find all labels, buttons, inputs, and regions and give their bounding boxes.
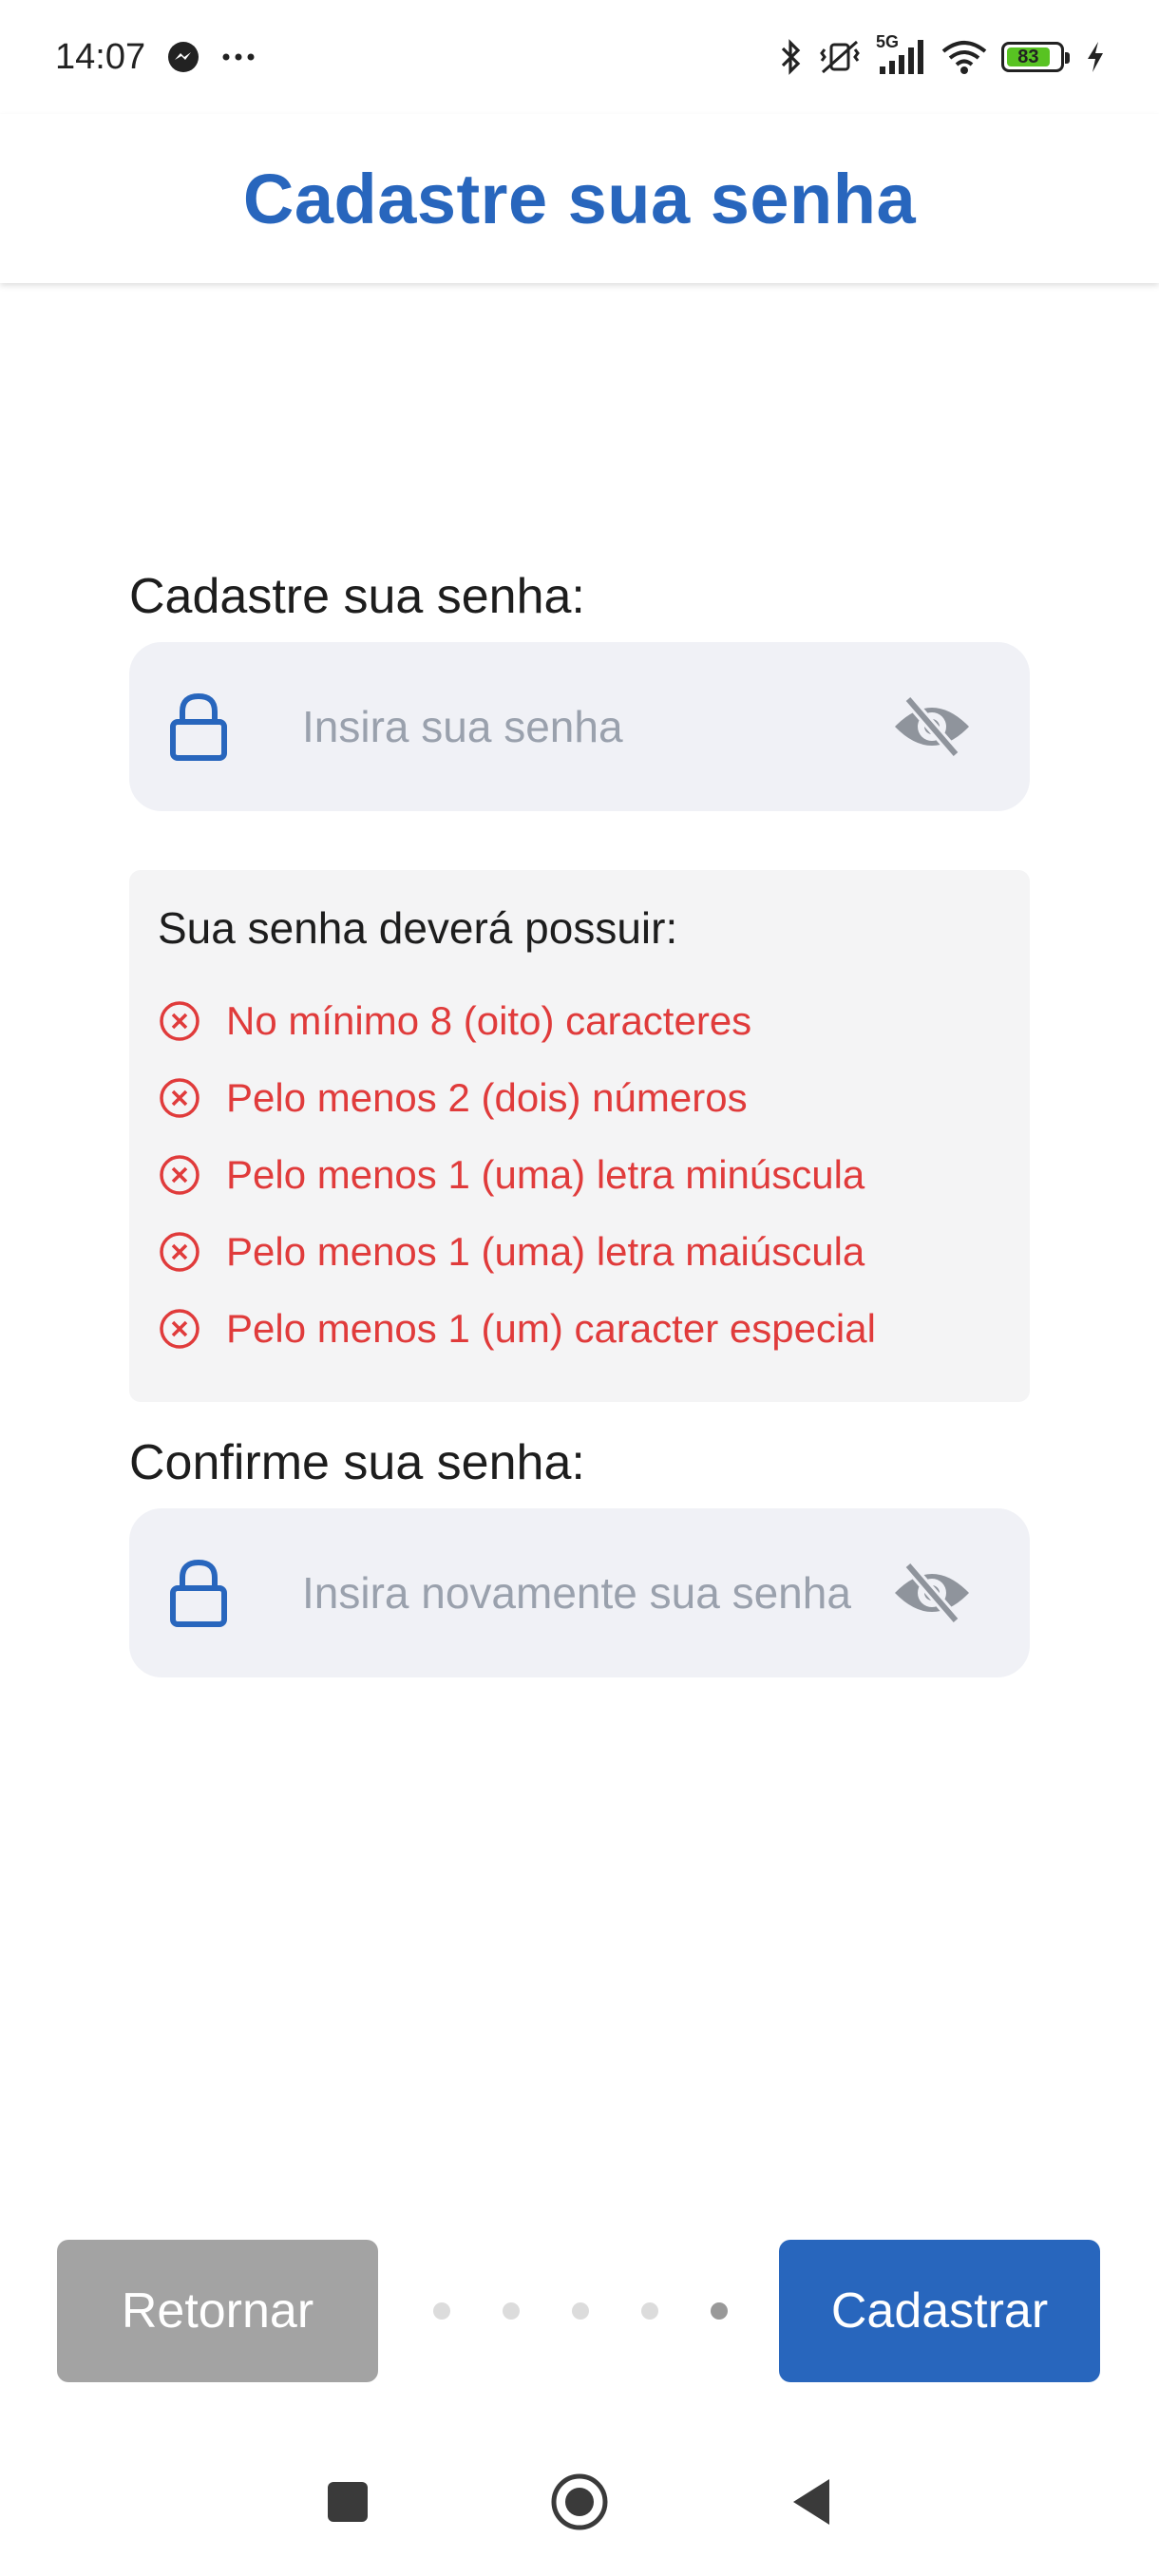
signal-icon: 5G <box>876 32 927 76</box>
battery-icon: 83 <box>1001 42 1070 72</box>
step-indicator <box>433 2301 728 2320</box>
requirement-item: Pelo menos 2 (dois) números <box>158 1059 1001 1136</box>
password-label: Cadastre sua senha: <box>129 569 585 624</box>
requirement-text: Pelo menos 1 (uma) letra minúscula <box>226 1151 865 1197</box>
status-time: 14:07 <box>55 36 146 77</box>
requirement-item: Pelo menos 1 (uma) letra maiúscula <box>158 1213 1001 1290</box>
messenger-icon <box>166 40 200 74</box>
wifi-icon <box>940 38 988 76</box>
eye-off-icon[interactable] <box>887 1560 973 1626</box>
requirement-text: Pelo menos 2 (dois) números <box>226 1074 748 1120</box>
page-title: Cadastre sua senha <box>242 159 917 238</box>
requirement-item: No mínimo 8 (oito) caracteres <box>158 982 1001 1059</box>
battery-level: 83 <box>1007 47 1050 67</box>
password-input[interactable] <box>300 700 887 753</box>
confirm-password-input[interactable] <box>300 1566 887 1619</box>
requirement-item: Pelo menos 1 (um) caracter especial <box>158 1290 1001 1367</box>
confirm-password-label: Confirme sua senha: <box>129 1435 585 1490</box>
step-dot <box>572 2302 589 2320</box>
x-circle-icon <box>158 1230 226 1274</box>
lock-icon <box>167 1557 243 1629</box>
vibrate-off-icon <box>817 38 863 76</box>
requirement-item: Pelo menos 1 (uma) letra minúscula <box>158 1136 1001 1213</box>
requirements-title: Sua senha deverá possuir: <box>158 903 678 953</box>
step-dot <box>433 2302 450 2320</box>
x-circle-icon <box>158 1076 226 1120</box>
x-circle-icon <box>158 1153 226 1197</box>
x-circle-icon <box>158 999 226 1043</box>
system-nav-bar <box>0 2432 1159 2576</box>
lock-icon <box>167 691 243 763</box>
app-header: Cadastre sua senha <box>0 114 1159 283</box>
register-button[interactable]: Cadastrar <box>779 2240 1100 2382</box>
step-dot <box>641 2302 658 2320</box>
back-button[interactable]: Retornar <box>57 2240 378 2382</box>
password-requirements: Sua senha deverá possuir: No mínimo 8 (o… <box>129 870 1030 1402</box>
requirement-text: Pelo menos 1 (um) caracter especial <box>226 1305 876 1351</box>
password-field[interactable] <box>129 642 1030 811</box>
more-dots-icon <box>221 51 256 63</box>
x-circle-icon <box>158 1307 226 1351</box>
recent-apps-button[interactable] <box>326 2480 370 2529</box>
charging-icon <box>1085 40 1106 74</box>
requirement-text: Pelo menos 1 (uma) letra maiúscula <box>226 1228 865 1274</box>
status-bar: 14:07 5G 83 <box>0 0 1159 114</box>
home-button[interactable] <box>550 2472 609 2536</box>
step-dot <box>711 2302 728 2320</box>
requirements-list: No mínimo 8 (oito) caracteres Pelo menos … <box>158 982 1001 1367</box>
eye-off-icon[interactable] <box>887 693 973 760</box>
network-type: 5G <box>876 32 900 51</box>
back-nav-button[interactable] <box>789 2477 833 2531</box>
bluetooth-icon <box>779 38 804 76</box>
requirement-text: No mínimo 8 (oito) caracteres <box>226 997 752 1043</box>
confirm-password-field[interactable] <box>129 1508 1030 1677</box>
step-dot <box>503 2302 520 2320</box>
